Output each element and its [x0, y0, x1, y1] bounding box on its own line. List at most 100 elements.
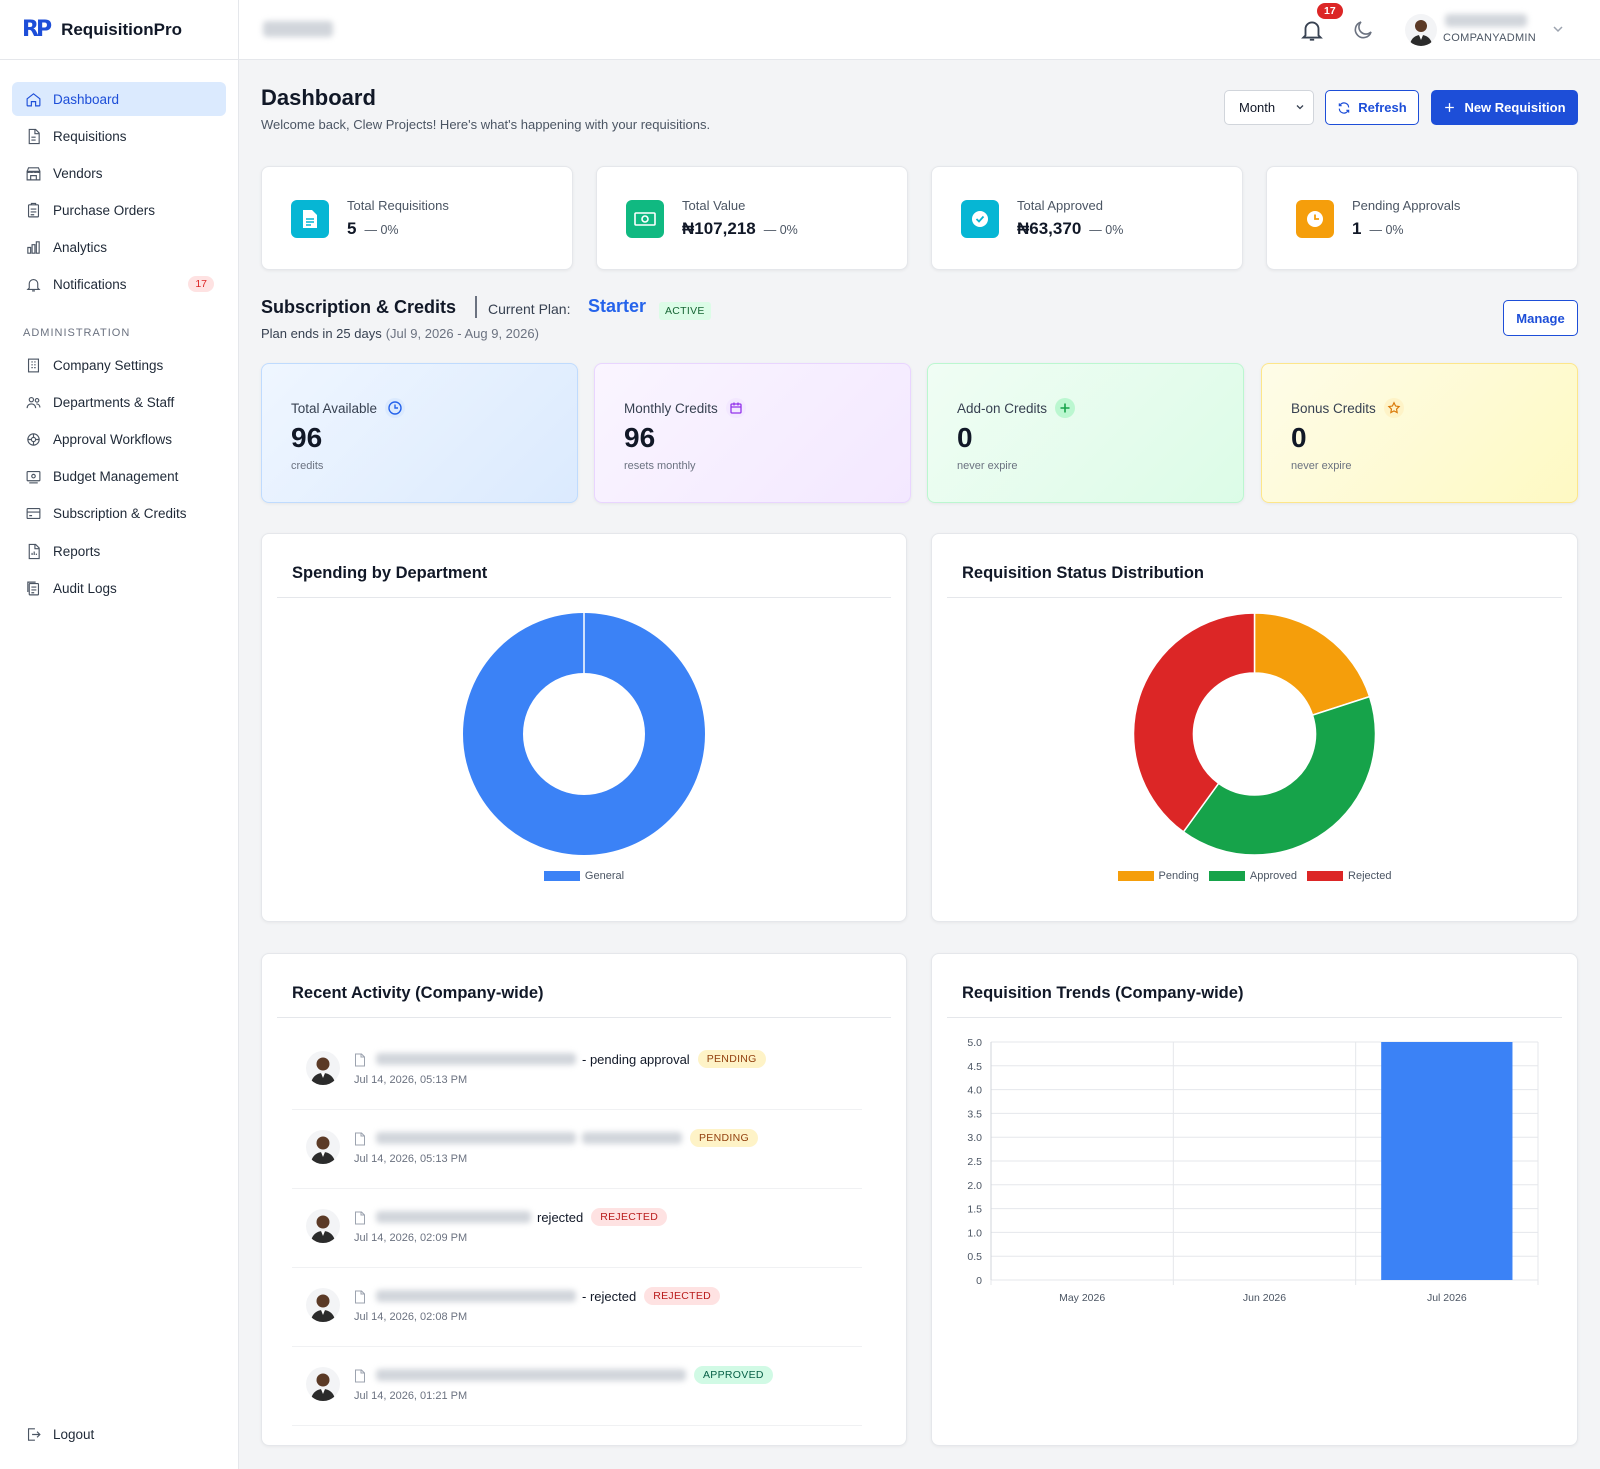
legend-swatch: [1307, 871, 1344, 881]
plan-ends-text: Plan ends in 25 days (Jul 9, 2026 - Aug 9…: [261, 326, 539, 341]
divider: [277, 597, 891, 598]
donut-slice-pending[interactable]: [1253, 612, 1371, 717]
sidebar-item-requisitions[interactable]: Requisitions: [12, 119, 226, 153]
sidebar-item-vendors[interactable]: Vendors: [12, 156, 226, 190]
legend-swatch: [1208, 871, 1245, 881]
legend-item-general[interactable]: General: [543, 870, 625, 882]
sidebar-item-analytics[interactable]: Analytics: [12, 231, 226, 265]
y-tick-label: 0: [976, 1275, 982, 1287]
activity-text: - pending approval: [582, 1051, 690, 1067]
sidebar-item-company-settings[interactable]: Company Settings: [12, 348, 226, 382]
stat-change: — 0%: [763, 223, 798, 237]
stat-card-total-approved: Total Approved ₦63,370 — 0%: [931, 166, 1243, 270]
clipboard-icon: [24, 202, 42, 220]
credit-card-icon: [24, 505, 42, 523]
dark-mode-toggle-icon[interactable]: [1351, 18, 1375, 42]
plus-icon: [1445, 103, 1455, 112]
refresh-icon: [1339, 101, 1350, 114]
sidebar-item-label: Dashboard: [53, 91, 120, 107]
credit-value: 0: [1291, 422, 1307, 453]
refresh-button[interactable]: Refresh: [1325, 90, 1419, 125]
y-tick-label: 5.0: [967, 1037, 982, 1049]
star-icon: [1383, 398, 1404, 418]
activity-line: - rejected REJECTED: [376, 1287, 721, 1305]
brand[interactable]: RP RequisitionPro: [0, 0, 238, 60]
document-icon: [24, 127, 42, 145]
divider: [277, 1017, 891, 1018]
sidebar-item-budget-management[interactable]: Budget Management: [12, 460, 226, 494]
sidebar-item-departments-staff[interactable]: Departments & Staff: [12, 385, 226, 419]
user-avatar[interactable]: [1405, 14, 1437, 46]
legend-item-rejected[interactable]: Rejected: [1307, 870, 1391, 882]
y-tick-label: 1.5: [967, 1204, 982, 1216]
spending-by-department-panel: Spending by Department General: [261, 533, 907, 922]
spending-donut-chart: [463, 613, 705, 855]
sidebar-item-subscription-credits[interactable]: Subscription & Credits: [12, 497, 226, 531]
plan-status-badge: ACTIVE: [659, 302, 711, 320]
activity-title-redacted: [376, 1369, 686, 1381]
legend-label: Rejected: [1348, 870, 1392, 882]
user-role: COMPANYADMIN: [1443, 32, 1537, 44]
bar-jul-2026[interactable]: [1381, 1042, 1513, 1280]
stat-label: Pending Approvals: [1352, 198, 1461, 213]
sidebar-item-audit-logs[interactable]: Audit Logs: [12, 571, 226, 605]
legend-item-pending[interactable]: Pending: [1117, 870, 1199, 882]
audit-icon: [24, 579, 42, 597]
user-name-redacted: [1445, 14, 1527, 27]
credit-label: Add-on Credits: [957, 398, 1076, 418]
activity-item[interactable]: PENDING Jul 14, 2026, 05:13 PM: [292, 1110, 862, 1189]
activity-title-redacted: [376, 1211, 531, 1223]
clock-icon: [385, 398, 406, 418]
credit-note: credits: [291, 460, 324, 472]
activity-line: PENDING: [376, 1129, 758, 1147]
activity-line: rejected REJECTED: [376, 1208, 668, 1226]
storefront-icon: [24, 164, 42, 182]
x-tick-label: Jul 2026: [1427, 1292, 1467, 1304]
status-donut-chart: [1132, 612, 1377, 856]
sidebar-item-label: Departments & Staff: [53, 394, 175, 410]
current-plan-name: Starter: [588, 296, 647, 316]
sidebar-item-approval-workflows[interactable]: Approval Workflows: [12, 423, 226, 457]
refresh-label: Refresh: [1358, 100, 1407, 115]
donut-slice-approved[interactable]: [1182, 695, 1377, 856]
sidebar-item-label: Subscription & Credits: [53, 506, 187, 522]
notification-bell-icon[interactable]: [1299, 17, 1325, 43]
panel-title: Spending by Department: [292, 564, 488, 582]
activity-timestamp: Jul 14, 2026, 02:09 PM: [354, 1232, 468, 1244]
chevron-down-icon[interactable]: [1551, 22, 1565, 36]
x-tick-label: Jun 2026: [1243, 1292, 1286, 1304]
document-icon: [355, 1132, 365, 1146]
stat-number: 5: [347, 219, 357, 238]
status-badge: REJECTED: [591, 1208, 668, 1226]
stat-change: — 0%: [1089, 223, 1124, 237]
sidebar-item-notifications[interactable]: Notifications 17: [12, 268, 226, 302]
avatar: [306, 1130, 340, 1164]
stat-number: 1: [1352, 219, 1362, 238]
activity-item[interactable]: APPROVED Jul 14, 2026, 01:21 PM: [292, 1347, 862, 1426]
bar-chart-icon: [24, 239, 42, 257]
legend-label: General: [584, 870, 625, 882]
activity-line: - pending approval PENDING: [376, 1050, 766, 1068]
credit-card-addon: Add-on Credits 0 never expire: [927, 363, 1244, 503]
activity-item[interactable]: - pending approval PENDING Jul 14, 2026, 0…: [292, 1031, 862, 1110]
plan-date-range: (Jul 9, 2026 - Aug 9, 2026): [385, 326, 539, 341]
new-requisition-button[interactable]: New Requisition: [1431, 90, 1578, 125]
manage-subscription-button[interactable]: Manage: [1503, 300, 1578, 336]
period-select[interactable]: Month: [1224, 90, 1314, 125]
sidebar-item-purchase-orders[interactable]: Purchase Orders: [12, 194, 226, 228]
sidebar-item-label: Approval Workflows: [53, 432, 173, 447]
activity-item[interactable]: rejected REJECTED Jul 14, 2026, 02:09 PM: [292, 1189, 862, 1268]
sidebar-item-dashboard[interactable]: Dashboard: [12, 82, 226, 116]
recent-activity-panel: Recent Activity (Company-wide) - pending…: [261, 953, 907, 1446]
legend-item-approved[interactable]: Approved: [1208, 870, 1297, 882]
chart-legend: Pending Approved Rejected: [932, 870, 1577, 882]
sidebar-item-label: Budget Management: [53, 469, 179, 485]
brand-name: RequisitionPro: [61, 19, 182, 39]
sidebar-item-label: Audit Logs: [53, 580, 117, 596]
credit-note: never expire: [957, 460, 1018, 472]
activity-item[interactable]: - rejected REJECTED Jul 14, 2026, 02:08 PM: [292, 1268, 862, 1347]
logout-button[interactable]: Logout: [12, 1418, 227, 1452]
new-requisition-label: New Requisition: [1464, 100, 1566, 115]
status-badge: PENDING: [690, 1129, 758, 1147]
sidebar-item-reports[interactable]: Reports: [12, 534, 226, 568]
